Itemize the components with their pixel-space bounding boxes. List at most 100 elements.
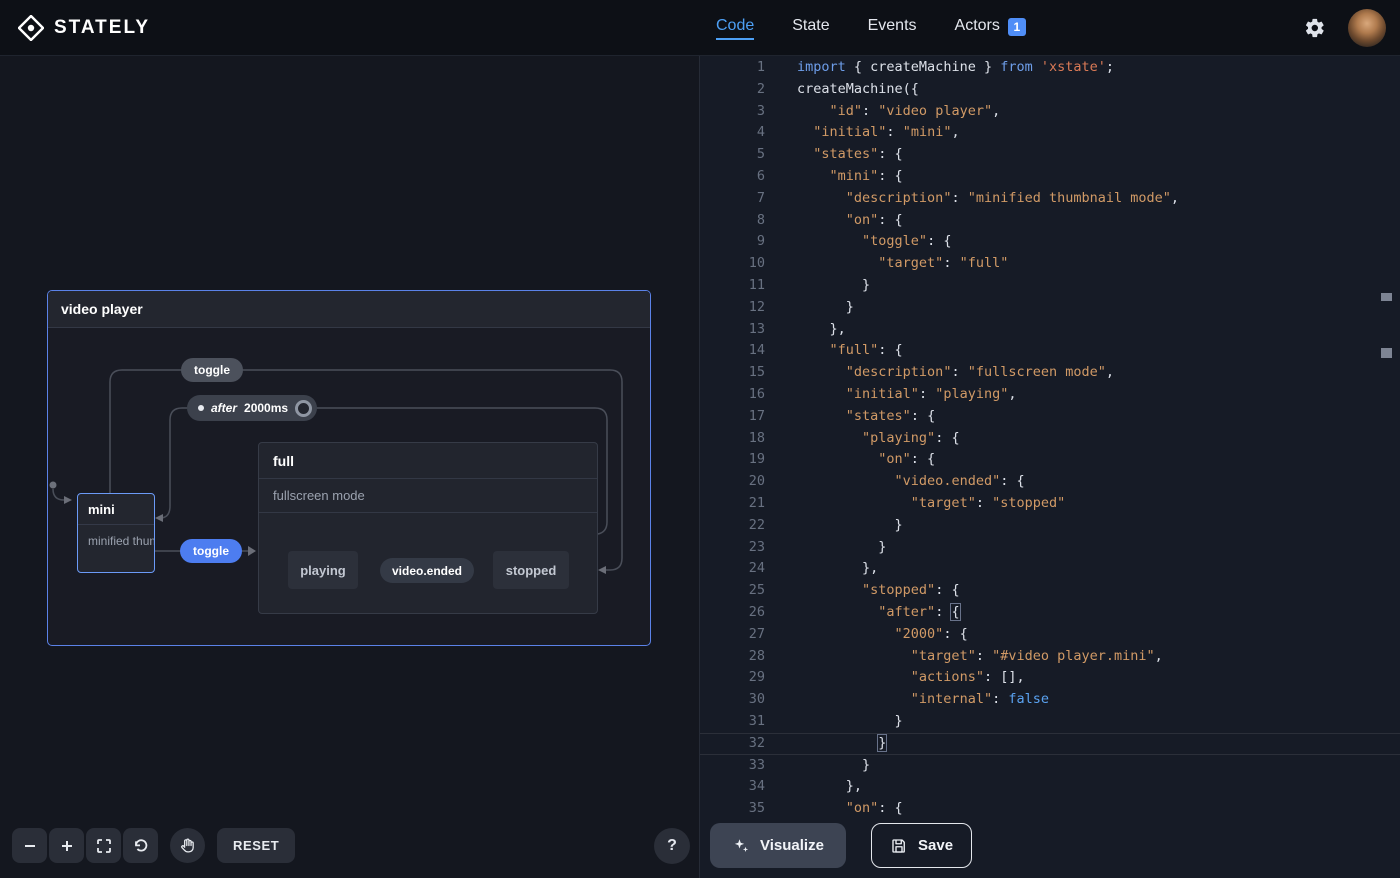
code-line[interactable]: 22 } [700,515,1400,537]
code-text: "2000": { [797,624,968,646]
reset-zoom-button[interactable] [123,828,158,863]
transition-toggle-selected[interactable]: toggle [180,539,242,563]
code-line[interactable]: 2createMachine({ [700,79,1400,101]
settings-gear-icon[interactable] [1304,17,1326,39]
code-line[interactable]: 4 "initial": "mini", [700,122,1400,144]
code-line[interactable]: 28 "target": "#video player.mini", [700,646,1400,668]
visualize-button[interactable]: Visualize [710,823,846,868]
state-mini-description: minified thumbnail mode [78,525,154,548]
line-number: 24 [700,558,765,580]
line-number: 8 [700,210,765,232]
header-right [1304,9,1386,47]
zoom-out-button[interactable] [12,828,47,863]
code-line[interactable]: 16 "initial": "playing", [700,384,1400,406]
code-line[interactable]: 1 import { createMachine } from 'xstate'; [700,57,1400,79]
fit-view-button[interactable] [86,828,121,863]
user-avatar[interactable] [1348,9,1386,47]
code-text: "actions": [], [797,667,1025,689]
save-button[interactable]: Save [871,823,972,868]
tab-events[interactable]: Events [868,17,917,40]
line-number: 1 [700,57,765,79]
code-text: "on": { [797,210,903,232]
scrollbar-annotation-2 [1381,348,1392,358]
code-text: "on": { [797,798,903,820]
code-line[interactable]: 29 "actions": [], [700,667,1400,689]
line-number: 15 [700,362,765,384]
code-line[interactable]: 12 } [700,297,1400,319]
help-button[interactable]: ? [654,828,690,864]
code-text: } [797,275,870,297]
code-line[interactable]: 32 } [700,733,1400,755]
code-line[interactable]: 23 } [700,537,1400,559]
tab-code[interactable]: Code [716,17,754,40]
code-text: }, [797,558,878,580]
code-line[interactable]: 26 "after": { [700,602,1400,624]
state-full[interactable]: full fullscreen mode playing video.ended… [258,442,598,614]
code-line[interactable]: 19 "on": { [700,449,1400,471]
transition-toggle-top-label: toggle [194,363,230,377]
line-number: 34 [700,776,765,798]
code-line[interactable]: 3 "id": "video player", [700,101,1400,123]
code-line[interactable]: 10 "target": "full" [700,253,1400,275]
pan-hand-button[interactable] [170,828,205,863]
line-number: 23 [700,537,765,559]
code-line[interactable]: 35 "on": { [700,798,1400,820]
code-line[interactable]: 24 }, [700,558,1400,580]
zoom-in-button[interactable] [49,828,84,863]
line-number: 9 [700,231,765,253]
code-line[interactable]: 8 "on": { [700,210,1400,232]
tab-label: State [792,17,829,40]
code-line[interactable]: 33 } [700,755,1400,777]
reset-button[interactable]: RESET [217,828,295,863]
tab-label: Code [716,17,754,40]
code-line[interactable]: 18 "playing": { [700,428,1400,450]
transition-video-ended[interactable]: video.ended [380,558,474,583]
code-line[interactable]: 15 "description": "fullscreen mode", [700,362,1400,384]
tab-actors[interactable]: Actors1 [955,17,1026,40]
line-number: 5 [700,144,765,166]
code-line[interactable]: 27 "2000": { [700,624,1400,646]
code-line[interactable]: 14 "full": { [700,340,1400,362]
transition-after-2000ms[interactable]: after 2000ms [187,395,317,421]
line-number: 27 [700,624,765,646]
code-text: } [797,733,886,755]
state-full-description: fullscreen mode [259,479,597,513]
code-line[interactable]: 20 "video.ended": { [700,471,1400,493]
line-number: 14 [700,340,765,362]
code-line[interactable]: 5 "states": { [700,144,1400,166]
state-stopped[interactable]: stopped [493,551,569,589]
code-line[interactable]: 11 } [700,275,1400,297]
code-line[interactable]: 31 } [700,711,1400,733]
code-line[interactable]: 7 "description": "minified thumbnail mod… [700,188,1400,210]
code-line[interactable]: 13 }, [700,319,1400,341]
stately-logo[interactable]: STATELY [0,15,150,41]
canvas-toolbar: RESET [12,828,295,863]
code-line[interactable]: 21 "target": "stopped" [700,493,1400,515]
code-text: "full": { [797,340,903,362]
save-button-label: Save [918,837,953,854]
code-line[interactable]: 17 "states": { [700,406,1400,428]
code-line[interactable]: 9 "toggle": { [700,231,1400,253]
line-number: 11 [700,275,765,297]
code-line[interactable]: 30 "internal": false [700,689,1400,711]
code-editor-panel[interactable]: 1 import { createMachine } from 'xstate';… [700,56,1400,878]
line-number: 18 [700,428,765,450]
code-text: "description": "minified thumbnail mode"… [797,188,1179,210]
line-number: 4 [700,122,765,144]
code-text: "playing": { [797,428,960,450]
line-number: 30 [700,689,765,711]
code-text: "initial": "mini", [797,122,960,144]
code-line[interactable]: 34 }, [700,776,1400,798]
machine-canvas[interactable]: video player toggle after 2000ms full fu… [0,56,700,878]
transition-toggle-top[interactable]: toggle [181,358,243,382]
logo-text: STATELY [54,17,150,39]
code-line[interactable]: 6 "mini": { [700,166,1400,188]
state-mini[interactable]: mini minified thumbnail mode [77,493,155,573]
state-playing[interactable]: playing [288,551,358,589]
code-line[interactable]: 25 "stopped": { [700,580,1400,602]
header-tabs: Code State Events Actors1 [716,0,1026,56]
code-text: import { createMachine } from 'xstate'; [797,57,1114,79]
code-text: "internal": false [797,689,1049,711]
tab-state[interactable]: State [792,17,829,40]
code-text: "mini": { [797,166,903,188]
